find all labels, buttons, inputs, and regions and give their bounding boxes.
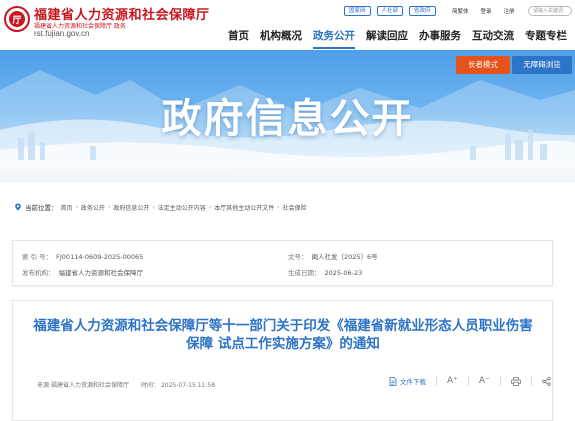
print-icon[interactable] (510, 376, 521, 386)
article-time: 时间： 2025-07-15 11:58 (141, 382, 216, 389)
breadcrumb-info-disclosure[interactable]: 政府信息公开 (113, 203, 149, 212)
simplified-traditional-link[interactable]: 简繁体 (452, 7, 469, 15)
tool-divider (530, 376, 532, 386)
breadcrumb-statutory[interactable]: 法定主动公开内容 (158, 203, 206, 212)
article-title: 福建省人力资源和社会保障厅等十一部门关于印发《福建省新就业形态人员职业伤害保障 … (33, 318, 533, 352)
breadcrumb-separator: › (75, 203, 78, 211)
elder-mode-button[interactable]: 长者模式 (456, 56, 510, 74)
font-increase-icon[interactable]: A⁺ (447, 376, 458, 386)
util-links: 简繁体 登录 注册 (452, 7, 515, 15)
file-download-button[interactable]: 文件下载 (389, 376, 426, 386)
article-tools: 文件下载 A⁺ A⁻ (389, 376, 551, 386)
search-input[interactable]: 请输入关键词 (528, 6, 572, 16)
nav-interaction[interactable]: 互动交流 (472, 28, 514, 49)
breadcrumb-separator: › (152, 203, 155, 211)
breadcrumb-separator: › (107, 203, 111, 211)
nav-services[interactable]: 办事服务 (419, 28, 461, 49)
site-url: rst.fujian.gov.cn (34, 29, 90, 38)
meta-doc-value: 闽人社发〔2025〕6号 (311, 253, 378, 261)
link-mohrss[interactable]: 人社部 (376, 6, 404, 16)
meta-doc-label: 文号： (288, 253, 308, 261)
link-national[interactable]: 国家网 (344, 6, 371, 16)
site-header: 厅 福建省人力资源和社会保障厅 福建省人力资源和社会保障厅 政务 rst.fuj… (0, 0, 575, 50)
login-link[interactable]: 登录 (481, 7, 492, 15)
main-nav: 首页 机构概况 政务公开 解读回应 办事服务 互动交流 专题专栏 (228, 28, 575, 49)
meta-publisher-label: 发布机构： (22, 269, 55, 277)
font-decrease-icon[interactable]: A⁻ (479, 376, 490, 386)
breadcrumb-home[interactable]: 首页 (61, 203, 73, 212)
nav-about[interactable]: 机构概况 (260, 28, 302, 49)
top-links: 国家网 人社部 省政府 (344, 6, 436, 16)
breadcrumb-gov-affairs[interactable]: 政务公开 (81, 203, 105, 212)
meta-date-value: 2025-06-23 (324, 269, 363, 277)
share-icon[interactable] (542, 376, 551, 386)
accessibility-button[interactable]: 无障碍浏览 (512, 56, 572, 74)
meta-date: 生成日期： 2025-06-23 (288, 267, 362, 277)
article-source: 来源:福建省人力资源和社会保障厅 (37, 382, 130, 389)
article-meta: 来源:福建省人力资源和社会保障厅 时间： 2025-07-15 11:58 (37, 380, 215, 389)
meta-publisher: 发布机构： 福建省人力资源和社会保障厅 (22, 267, 143, 277)
location-pin-icon (15, 203, 21, 211)
breadcrumb-label: 当前位置： (25, 204, 58, 212)
file-download-label: 文件下载 (400, 378, 426, 386)
tool-divider (436, 376, 437, 386)
meta-index-label: 索 引 号： (22, 253, 53, 261)
document-icon (389, 376, 397, 386)
breadcrumb: 当前位置： 首页 › 政务公开 › 政府信息公开 › 法定主动公开内容 › 本厅… (14, 202, 307, 212)
breadcrumb-other-files[interactable]: 本厅其他主动公开文件 (214, 203, 274, 212)
meta-index: 索 引 号： FJ00114-0609-2025-00065 (22, 251, 143, 261)
nav-interpretation[interactable]: 解读回应 (366, 28, 408, 49)
document-meta-card: 索 引 号： FJ00114-0609-2025-00065 文号： 闽人社发〔20… (12, 240, 553, 286)
article-card: 福建省人力资源和社会保障厅等十一部门关于印发《福建省新就业形态人员职业伤害保障 … (12, 300, 553, 421)
breadcrumb-social-insurance[interactable]: 社会保险 (283, 203, 307, 212)
link-province[interactable]: 省政府 (409, 6, 436, 16)
meta-date-label: 生成日期： (288, 269, 321, 277)
tool-divider (499, 376, 501, 386)
site-logo[interactable]: 厅 (4, 6, 30, 32)
nav-gov-affairs[interactable]: 政务公开 (313, 28, 355, 49)
banner-title: 政府信息公开 (161, 96, 414, 142)
nav-topics[interactable]: 专题专栏 (525, 28, 567, 49)
meta-doc-number: 文号： 闽人社发〔2025〕6号 (288, 251, 378, 261)
tool-divider (467, 376, 469, 386)
meta-index-value: FJ00114-0609-2025-00065 (56, 253, 144, 261)
nav-home[interactable]: 首页 (228, 28, 249, 49)
logo-emblem-icon: 厅 (9, 11, 25, 27)
breadcrumb-separator: › (277, 203, 280, 211)
register-link[interactable]: 注册 (504, 7, 515, 15)
breadcrumb-separator: › (208, 203, 212, 211)
meta-publisher-value: 福建省人力资源和社会保障厅 (58, 269, 144, 277)
